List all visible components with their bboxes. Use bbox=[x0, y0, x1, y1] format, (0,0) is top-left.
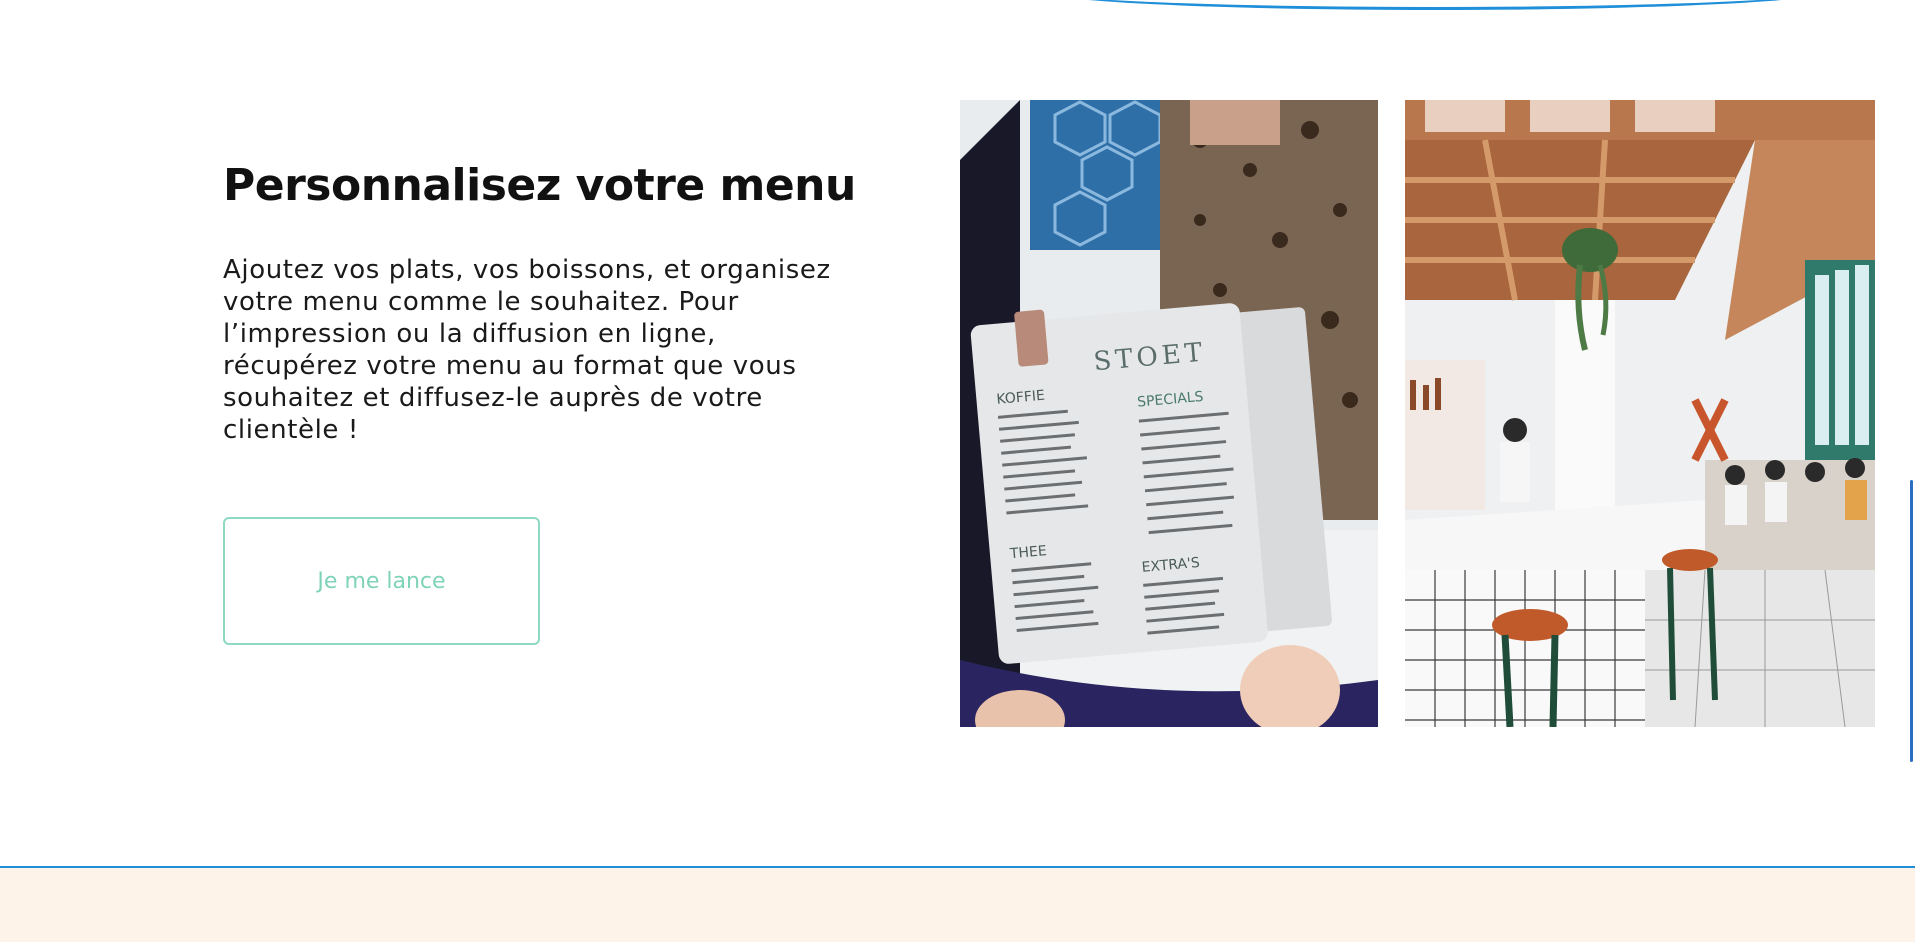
restaurant-photo bbox=[1405, 100, 1875, 727]
get-started-button[interactable]: Je me lance bbox=[223, 517, 540, 645]
vertical-scrollbar[interactable] bbox=[1910, 480, 1913, 762]
menu-photo-illustration: STOET KOFFIE SPECIALS THEE EXTRA'S bbox=[960, 100, 1378, 727]
top-decorative-curve bbox=[1035, 0, 1835, 10]
section-description: Ajoutez vos plats, vos boissons, et orga… bbox=[223, 255, 831, 445]
section-title: Personnalisez votre menu bbox=[223, 160, 856, 211]
page: Personnalisez votre menu Ajoutez vos pla… bbox=[0, 0, 1915, 942]
menu-card-section-thee: THEE bbox=[1008, 543, 1047, 562]
next-section-background bbox=[0, 868, 1915, 942]
restaurant-photo-illustration bbox=[1405, 100, 1875, 727]
menu-photo: STOET KOFFIE SPECIALS THEE EXTRA'S bbox=[960, 100, 1378, 727]
